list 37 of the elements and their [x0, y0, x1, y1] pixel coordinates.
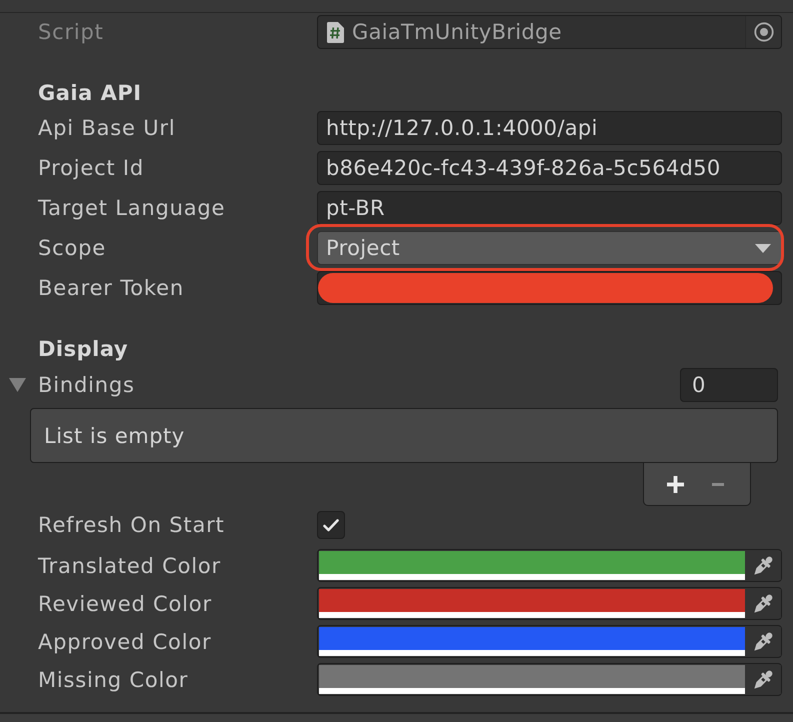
field-label: Script — [38, 19, 104, 45]
section-header: Gaia API — [38, 82, 142, 105]
color-field[interactable] — [317, 625, 782, 658]
field-label: Approved Color — [38, 628, 212, 654]
size-field[interactable]: 0 — [680, 368, 778, 402]
minus-icon — [712, 482, 724, 486]
field-label: Project Id — [38, 155, 144, 181]
dropdown[interactable]: Project — [317, 231, 782, 265]
field-label: Reviewed Color — [38, 590, 212, 616]
field-label: Refresh On Start — [38, 512, 225, 538]
eyedropper-icon — [752, 554, 774, 576]
target-icon[interactable] — [754, 22, 774, 42]
field-label: Bearer Token — [38, 275, 184, 301]
field-label: Scope — [38, 235, 106, 261]
color-field[interactable] — [317, 549, 782, 582]
check-icon — [323, 518, 339, 532]
eyedropper-icon — [752, 592, 774, 614]
expanded-triangle-icon[interactable] — [9, 378, 26, 392]
section-header: Display — [38, 338, 128, 361]
plus-icon — [666, 476, 684, 492]
text-field[interactable]: http://127.0.0.1:4000/api — [317, 111, 782, 145]
field-label: Target Language — [38, 195, 226, 221]
eyedropper-icon — [752, 668, 774, 690]
field-label: Translated Color — [38, 552, 221, 578]
field-label: Api Base Url — [38, 115, 176, 141]
checkbox[interactable] — [317, 511, 345, 539]
field-label: Missing Color — [38, 666, 188, 692]
text-field[interactable]: b86e420c-fc43-439f-826a-5c564d50 — [317, 151, 782, 185]
object-picker-button[interactable] — [745, 16, 781, 48]
color-field[interactable] — [317, 587, 782, 620]
text-field[interactable]: pt-BR — [317, 191, 782, 225]
empty-list-text: List is empty — [44, 422, 185, 448]
color-field[interactable] — [317, 663, 782, 696]
script-file-icon — [327, 22, 344, 42]
caret-icon — [755, 244, 771, 252]
eyedropper-icon — [752, 630, 774, 652]
foldout-label[interactable]: Bindings — [38, 372, 135, 398]
